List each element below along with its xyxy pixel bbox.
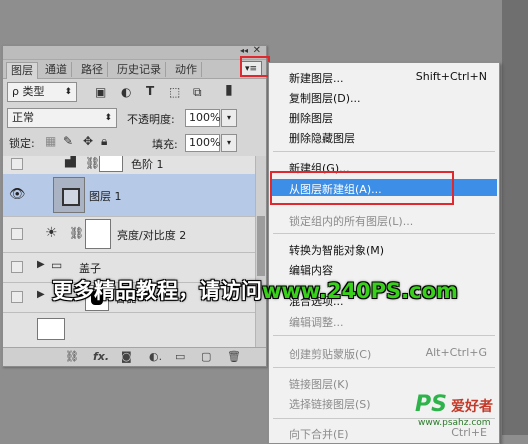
menu-item-convert-to-smart-object[interactable]: 转换为智能对象(M) (289, 242, 384, 258)
layer-row[interactable]: ▟ ⛓︎ 色阶 1 (3, 156, 256, 175)
panel-footer: ⛓︎ fx. ◙ ◐. ▭ ▢ 🗑︎ (3, 347, 266, 366)
chevron-down-icon: ⬍ (64, 87, 72, 97)
menu-item-merge-down[interactable]: 向下合并(E) (289, 426, 349, 442)
visibility-toggle[interactable] (11, 261, 23, 273)
opacity-label: 不透明度: (127, 113, 175, 126)
expand-arrow-icon[interactable]: ▶ (37, 259, 45, 270)
shape-filter-icon[interactable]: ⬚ (169, 85, 180, 99)
tutorial-banner: 更多精品教程，请访问www.240PS.com (52, 275, 458, 305)
new-layer-icon[interactable]: ▢ (201, 350, 211, 363)
menu-separator (273, 233, 495, 234)
mask-icon[interactable]: ◙ (121, 350, 132, 363)
panel-context-menu: 新建图层... Shift+Ctrl+N 复制图层(D)... 删除图层 删除隐… (268, 62, 500, 444)
trash-icon[interactable]: 🗑︎ (227, 350, 241, 363)
menu-item-delete-hidden-layers[interactable]: 删除隐藏图层 (289, 130, 355, 146)
fill-label: 填充: (152, 138, 178, 151)
eye-icon[interactable]: 👁︎ (9, 187, 26, 202)
fill-value: 100% (189, 136, 221, 149)
banner-site: www.240PS.com (262, 279, 458, 303)
brand-ps: PS (415, 392, 447, 417)
layer-row[interactable] (3, 312, 256, 348)
smart-object-icon (62, 188, 80, 206)
brand-url: www.psahz.com (418, 418, 491, 428)
fill-field[interactable]: 100% ▾ (185, 134, 237, 152)
tab-history[interactable]: 历史记录 (113, 62, 166, 77)
panel-tabs: 图层 通道 路径 历史记录 动作 ▾≡ (3, 60, 266, 79)
smart-object-filter-icon[interactable]: ⧉ (193, 85, 202, 100)
fx-icon[interactable]: fx. (93, 350, 109, 363)
lock-image-icon[interactable]: ✎ (63, 134, 73, 148)
canvas-background (502, 0, 528, 435)
menu-shortcut: Alt+Ctrl+G (425, 346, 487, 359)
menu-shortcut: Shift+Ctrl+N (415, 70, 487, 83)
blend-mode-select[interactable]: 正常 ⬍ (7, 108, 117, 128)
adjustment-icon[interactable]: ◐. (149, 350, 162, 363)
menu-separator (273, 151, 495, 152)
tab-channels[interactable]: 通道 (41, 62, 72, 77)
menu-item-delete-layer[interactable]: 删除图层 (289, 110, 333, 126)
filter-kind-select[interactable]: ρ 类型 ⬍ (7, 82, 77, 102)
chevron-down-icon[interactable]: ▾ (221, 109, 237, 127)
layers-panel: ◂◂ ✕ 图层 通道 路径 历史记录 动作 ▾≡ ρ 类型 ⬍ ▣ ◐ T ⬚ … (2, 45, 267, 367)
layer-mask-thumbnail (85, 219, 111, 249)
visibility-toggle[interactable] (11, 158, 23, 170)
menu-item-edit-adjustment[interactable]: 编辑调整... (289, 314, 344, 330)
layer-mask-thumbnail (99, 156, 123, 172)
lock-transparent-icon[interactable]: ▦ (45, 134, 56, 148)
layer-name: 亮度/对比度 2 (117, 229, 187, 242)
menu-item-duplicate-layer[interactable]: 复制图层(D)... (289, 90, 361, 106)
lock-label: 锁定: (9, 137, 35, 150)
annotation-highlight-menu-button (240, 56, 270, 77)
expand-arrow-icon[interactable]: ▶ (37, 289, 45, 300)
opacity-value: 100% (189, 111, 221, 124)
scrollbar-thumb[interactable] (257, 216, 265, 276)
chevron-down-icon[interactable]: ▾ (221, 134, 237, 152)
layers-scrollbar[interactable] (255, 156, 266, 348)
menu-item-new-layer[interactable]: 新建图层... (289, 70, 344, 86)
brightness-icon: ☀ (45, 225, 58, 241)
layer-name: 色阶 1 (131, 158, 164, 171)
banner-text: 更多精品教程，请访问 (52, 279, 262, 303)
layer-name: 图层 1 (89, 190, 122, 203)
link-icon: ⛓︎ (69, 226, 85, 240)
menu-item-link-layers[interactable]: 链接图层(K) (289, 376, 349, 392)
menu-separator (273, 367, 495, 368)
lock-all-icon[interactable]: 🔒︎ (101, 134, 107, 149)
layers-list: ▟ ⛓︎ 色阶 1 👁︎ 图层 1 ☀ ⛓︎ 亮度/对比度 2 ▶ ▭ 盖子 ▶… (3, 156, 256, 348)
levels-icon: ▟ (65, 156, 76, 168)
opacity-field[interactable]: 100% ▾ (185, 109, 237, 127)
close-icon[interactable]: ✕ (253, 45, 261, 56)
annotation-highlight-menu-item (270, 171, 454, 205)
menu-item-select-linked-layers[interactable]: 选择链接图层(S) (289, 396, 371, 412)
brand-sub: 爱好者 (450, 399, 493, 415)
tab-paths[interactable]: 路径 (77, 62, 108, 77)
panel-titlebar[interactable]: ◂◂ ✕ (3, 45, 266, 60)
link-icon[interactable]: ⛓︎ (65, 350, 79, 363)
layer-thumbnail (37, 318, 65, 340)
link-icon: ⛓︎ (85, 156, 101, 170)
adjustment-filter-icon[interactable]: ◐ (121, 85, 131, 99)
visibility-toggle[interactable] (11, 291, 23, 303)
menu-item-create-clipping-mask[interactable]: 创建剪贴蒙版(C) (289, 346, 371, 362)
chevron-down-icon: ⬍ (104, 113, 112, 123)
layer-row-selected[interactable]: 👁︎ 图层 1 (3, 174, 256, 217)
blend-mode-value: 正常 (12, 111, 34, 124)
layer-thumbnail (53, 177, 85, 213)
folder-icon[interactable]: ▭ (175, 350, 185, 363)
pixel-filter-icon[interactable]: ▣ (95, 85, 106, 99)
brand-watermark: PS 爱好者 (415, 392, 493, 417)
layer-name: 盖子 (79, 262, 101, 275)
tab-actions[interactable]: 动作 (171, 62, 202, 77)
tab-layers[interactable]: 图层 (6, 62, 38, 79)
menu-separator (273, 335, 495, 336)
folder-icon: ▭ (51, 258, 63, 272)
menu-item-lock-all-layers-in-group[interactable]: 锁定组内的所有图层(L)... (289, 213, 413, 229)
collapse-icon[interactable]: ◂◂ (240, 46, 248, 55)
visibility-toggle[interactable] (11, 228, 23, 240)
type-filter-icon[interactable]: T (146, 84, 154, 98)
lock-position-icon[interactable]: ✥ (83, 134, 93, 148)
filter-kind-label: ρ 类型 (12, 85, 45, 98)
layer-row[interactable]: ☀ ⛓︎ 亮度/对比度 2 (3, 216, 256, 253)
filter-toggle-icon[interactable]: ▮ (225, 82, 233, 98)
